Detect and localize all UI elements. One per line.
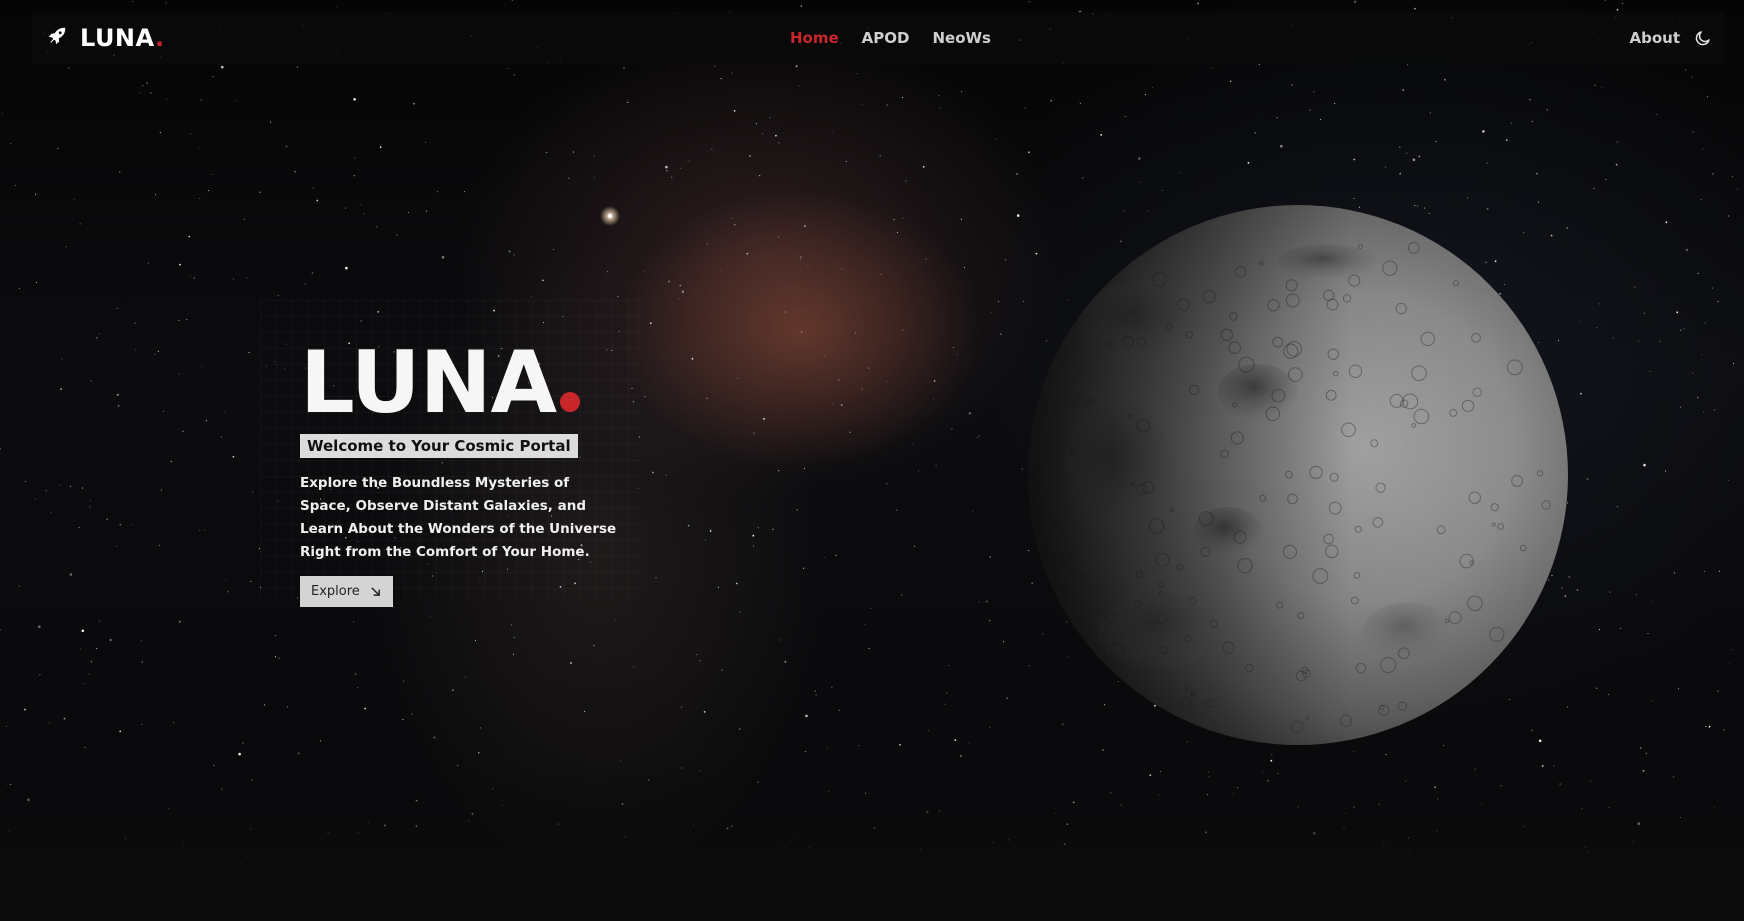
hero-description: Explore the Boundless Mysteries of Space… [300, 475, 617, 560]
hero-tagline: Welcome to Your Cosmic Portal [300, 434, 578, 458]
nav-link-neows[interactable]: NeoWs [932, 29, 991, 47]
nav-right: About [1629, 12, 1712, 64]
explore-button-label: Explore [311, 584, 360, 599]
hero-section: LUNA Welcome to Your Cosmic Portal Explo… [300, 340, 640, 607]
brand-link[interactable]: LUNA. [46, 12, 165, 64]
navbar: LUNA. Home APOD NeoWs About [32, 12, 1724, 64]
brand-dot: . [155, 24, 165, 52]
nav-link-about[interactable]: About [1629, 29, 1680, 47]
nav-link-home[interactable]: Home [790, 29, 839, 47]
arrow-down-right-icon [370, 586, 381, 597]
moon-icon[interactable] [1694, 29, 1712, 47]
page: LUNA. Home APOD NeoWs About LUNA Welcome… [0, 0, 1744, 921]
hero-title-dot [560, 392, 581, 412]
brand-name: LUNA. [80, 24, 165, 52]
bottom-fade [0, 761, 1744, 921]
moon-image [1028, 205, 1568, 745]
nav-link-apod[interactable]: APOD [862, 29, 910, 47]
nav-links: Home APOD NeoWs [790, 12, 991, 64]
explore-button[interactable]: Explore [300, 576, 393, 607]
hero-title: LUNA [300, 340, 640, 426]
rocket-icon [46, 25, 68, 51]
